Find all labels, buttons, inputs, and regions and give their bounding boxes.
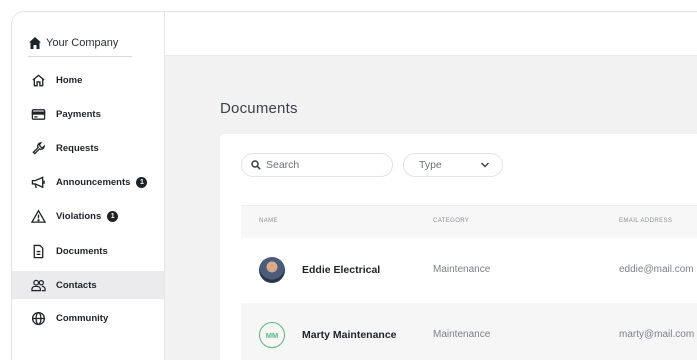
contact-email[interactable]: marty@mail.com — [619, 329, 694, 340]
warning-icon — [31, 208, 46, 223]
column-header-email[interactable]: EMAIL ADDRESS — [619, 218, 672, 224]
megaphone-icon — [31, 175, 45, 188]
contact-category: Maintenance — [433, 264, 491, 275]
sidebar-item-label: Documents — [56, 245, 108, 257]
contact-category: Maintenance — [433, 329, 491, 340]
home-icon — [32, 73, 45, 86]
contacts-card: Search Type NAME CATEGORY EMAIL ADDRESS … — [220, 134, 697, 360]
app-window: Your Company Home Payments Requests Anno — [12, 12, 697, 360]
house-logo-icon — [29, 37, 41, 49]
sidebar-item-contacts[interactable]: Contacts — [12, 271, 164, 299]
table-row[interactable]: MM Marty Maintenance Maintenance marty@m… — [241, 303, 697, 360]
sidebar-item-label: Home — [56, 74, 83, 86]
column-header-name[interactable]: NAME — [259, 218, 278, 224]
contact-name: Marty Maintenance — [302, 329, 397, 341]
sidebar-item-label: Community — [56, 312, 109, 324]
sidebar-item-label: Payments — [56, 108, 101, 120]
sidebar-item-label: Requests — [56, 142, 99, 154]
contact-email[interactable]: eddie@mail.com — [619, 264, 694, 275]
sidebar-item-label: Contacts — [56, 279, 97, 291]
sidebar: Your Company Home Payments Requests Anno — [12, 12, 165, 360]
notification-badge: 1 — [107, 210, 119, 222]
table-row[interactable]: Eddie Electrical Maintenance eddie@mail.… — [241, 238, 697, 302]
brand[interactable]: Your Company — [28, 32, 132, 57]
sidebar-item-community[interactable]: Community — [12, 304, 164, 332]
contact-name: Eddie Electrical — [302, 264, 381, 276]
page-title: Documents — [220, 100, 298, 117]
document-icon — [33, 244, 44, 258]
search-icon — [251, 160, 261, 170]
sidebar-item-home[interactable]: Home — [12, 66, 164, 94]
search-input[interactable]: Search — [241, 153, 393, 177]
table-header: NAME CATEGORY EMAIL ADDRESS — [241, 205, 697, 239]
notification-badge: 1 — [136, 176, 148, 188]
credit-card-icon — [31, 108, 46, 120]
wrench-icon — [32, 141, 45, 155]
chevron-down-icon — [481, 162, 489, 168]
top-bar — [165, 12, 697, 56]
column-header-category[interactable]: CATEGORY — [433, 218, 469, 224]
contacts-icon — [31, 279, 46, 291]
sidebar-item-announcements[interactable]: Announcements 1 — [12, 168, 164, 196]
search-placeholder: Search — [266, 159, 300, 171]
sidebar-item-payments[interactable]: Payments — [12, 100, 164, 128]
avatar — [259, 257, 285, 283]
sidebar-item-documents[interactable]: Documents — [12, 237, 164, 265]
sidebar-item-label: Violations — [56, 210, 102, 222]
avatar: MM — [259, 322, 285, 348]
type-dropdown-label: Type — [419, 159, 442, 171]
brand-name: Your Company — [46, 37, 119, 49]
type-dropdown[interactable]: Type — [403, 153, 503, 177]
sidebar-item-label: Announcements — [56, 176, 131, 188]
sidebar-item-violations[interactable]: Violations 1 — [12, 202, 164, 230]
sidebar-item-requests[interactable]: Requests — [12, 134, 164, 162]
globe-icon — [31, 311, 46, 325]
